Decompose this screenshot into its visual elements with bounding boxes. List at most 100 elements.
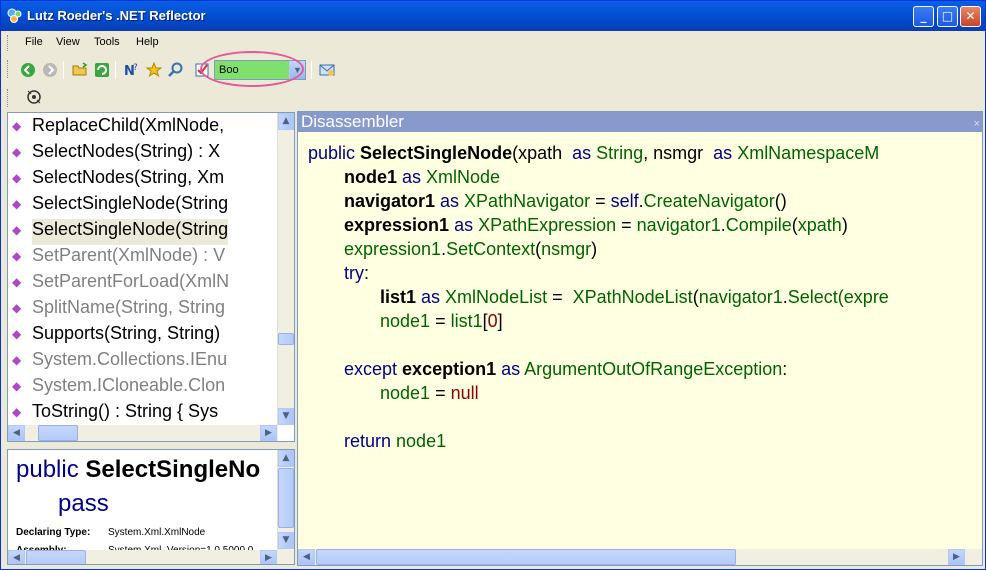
back-icon[interactable] <box>19 61 37 79</box>
menu-tools[interactable]: Tools <box>94 36 120 48</box>
code-token[interactable]: Select <box>788 287 838 307</box>
scroll-down-icon[interactable]: ▼ <box>278 408 294 425</box>
tree-item-label: SetParent(XmlNode) : V <box>32 245 226 265</box>
disassembler-hscroll-thumb[interactable] <box>316 549 736 565</box>
toolbar-separator <box>115 61 116 79</box>
scroll-up-icon[interactable]: ▲ <box>278 113 294 130</box>
tree-item[interactable]: ◆ System.Collections.IEnu <box>12 349 227 375</box>
scroll-up-icon[interactable]: ▲ <box>278 450 294 467</box>
code-token: = <box>430 311 451 331</box>
scroll-left-icon[interactable]: ◀ <box>8 550 25 564</box>
tree-item-label: ToString() : String { Sys <box>32 401 219 421</box>
code-token: = <box>547 287 573 307</box>
declaring-type-label: Declaring Type: <box>16 527 91 538</box>
main-toolbar: N? <box>5 57 981 83</box>
code-line: expression1.SetContext(nsmgr) <box>344 239 597 260</box>
tree-item-label: SplitName(String, String <box>32 297 226 317</box>
code-token: ) <box>591 239 598 259</box>
code-token[interactable]: Compile <box>726 215 792 235</box>
main-window: Lutz Roeder's .NET Reflector _ □ ✕ File … <box>0 0 986 570</box>
method-icon: ◆ <box>12 119 22 133</box>
menubar-grip[interactable] <box>7 35 10 51</box>
help-search-icon[interactable]: N? <box>123 61 141 79</box>
code-token[interactable]: SetContext <box>446 239 535 259</box>
method-icon: ◆ <box>12 327 22 341</box>
tree-horizontal-scrollbar[interactable]: ◀ ▶ <box>8 425 278 441</box>
tree-item[interactable]: ◆ SplitName(String, String <box>12 297 226 323</box>
language-dropdown[interactable]: Boo ▼ <box>214 60 306 80</box>
code-token: (expre <box>837 287 889 307</box>
favorites-star-icon[interactable] <box>145 61 163 79</box>
tree-item[interactable]: ◆ SetParentForLoad(XmlN <box>12 271 229 297</box>
tree-hscroll-thumb[interactable] <box>38 425 78 441</box>
doc-vertical-scrollbar[interactable]: ▲ ▼ <box>277 450 294 550</box>
scroll-right-icon[interactable]: ▶ <box>260 425 277 441</box>
maximize-button[interactable]: □ <box>937 6 958 27</box>
minimize-button[interactable]: _ <box>913 6 934 27</box>
disassembler-horizontal-scrollbar[interactable]: ◀ ▶ <box>298 549 982 565</box>
tree-item[interactable]: ◆ SelectSingleNode(String <box>12 219 229 245</box>
code-token[interactable]: XmlNamespaceM <box>737 143 879 163</box>
code-token: as <box>421 287 446 307</box>
close-icon[interactable]: × <box>974 114 980 134</box>
doc-scroll-thumb[interactable] <box>278 468 294 528</box>
addin-icon[interactable] <box>318 61 336 79</box>
tree-item[interactable]: ◆ Supports(String, String) <box>12 323 220 349</box>
disassembler-header: Disassembler × <box>298 112 982 134</box>
reflector-app-icon <box>7 8 22 23</box>
code-token[interactable]: XPathExpression <box>478 215 616 235</box>
declaring-type-link[interactable]: System.Xml.XmlNode <box>108 527 205 538</box>
code-token: = <box>590 191 611 211</box>
tree-item-label: ReplaceChild(XmlNode, <box>32 115 225 135</box>
menu-file[interactable]: File <box>25 36 43 48</box>
tree-item[interactable]: ◆ SetParent(XmlNode) : V <box>12 245 226 271</box>
tree-item[interactable]: ◆ SelectSingleNode(String <box>12 193 228 219</box>
tree-item[interactable]: ◆ SelectNodes(String) : X <box>12 141 220 167</box>
scroll-left-icon[interactable]: ◀ <box>298 549 315 565</box>
toolbar-grip[interactable] <box>7 60 10 78</box>
menu-help[interactable]: Help <box>136 36 159 48</box>
code-token: ) <box>841 215 848 235</box>
chevron-down-icon[interactable]: ▼ <box>289 61 305 79</box>
code-token: node1 <box>380 383 431 403</box>
close-button[interactable]: ✕ <box>960 6 981 27</box>
code-token: navigator1 <box>698 287 783 307</box>
scroll-right-icon[interactable]: ▶ <box>948 549 965 565</box>
code-token[interactable]: XmlNode <box>426 167 500 187</box>
assembly-browser-tree[interactable]: ◆ ReplaceChild(XmlNode, ◆ SelectNodes(Strin… <box>7 112 295 442</box>
code-token[interactable]: XPathNavigator <box>464 191 590 211</box>
doc-hscroll-thumb[interactable] <box>26 550 86 564</box>
tree-item[interactable]: ◆ System.ICloneable.Clon <box>12 375 225 401</box>
refresh-icon[interactable] <box>93 61 111 79</box>
scroll-left-icon[interactable]: ◀ <box>8 425 25 441</box>
scroll-right-icon[interactable]: ▶ <box>260 550 277 564</box>
code-token[interactable]: ArgumentOutOfRangeException <box>524 359 782 379</box>
code-token[interactable]: String <box>596 143 643 163</box>
code-token: navigator1 <box>344 191 441 211</box>
code-token[interactable]: XPathNodeList <box>573 287 693 307</box>
code-token[interactable]: CreateNavigator <box>644 191 775 211</box>
options-checkbox-icon[interactable] <box>193 61 211 79</box>
code-line: list1 as XmlNodeList = XPathNodeList(nav… <box>380 287 889 308</box>
menu-view[interactable]: View <box>56 36 80 48</box>
doc-signature-line1: public SelectSingleNo <box>16 456 260 484</box>
disassembler-pane[interactable]: Disassembler × public SelectSingleNode(x… <box>297 111 983 566</box>
tree-item[interactable]: ◆ SelectNodes(String, Xm <box>12 167 224 193</box>
tree-item[interactable]: ◆ ReplaceChild(XmlNode, <box>12 115 225 141</box>
code-token[interactable]: XmlNodeList <box>445 287 547 307</box>
open-folder-icon[interactable] <box>71 61 89 79</box>
title-bar[interactable]: Lutz Roeder's .NET Reflector _ □ ✕ <box>1 1 985 31</box>
toolbar-grip[interactable] <box>7 89 10 107</box>
code-line: node1 = list1[0] <box>380 311 503 332</box>
tree-scroll-thumb[interactable] <box>278 333 294 345</box>
code-token: as <box>572 143 597 163</box>
search-icon[interactable] <box>167 61 185 79</box>
toolbar-separator <box>63 61 64 79</box>
assembly-cache-icon[interactable] <box>25 88 43 106</box>
tree-item[interactable]: ◆ ToString() : String { Sys <box>12 401 219 427</box>
tree-vertical-scrollbar[interactable]: ▲ ▼ <box>277 113 294 425</box>
scroll-down-icon[interactable]: ▼ <box>278 532 294 549</box>
doc-horizontal-scrollbar[interactable]: ◀ ▶ <box>8 550 294 564</box>
forward-icon[interactable] <box>41 61 59 79</box>
code-token: list1 <box>450 311 483 331</box>
